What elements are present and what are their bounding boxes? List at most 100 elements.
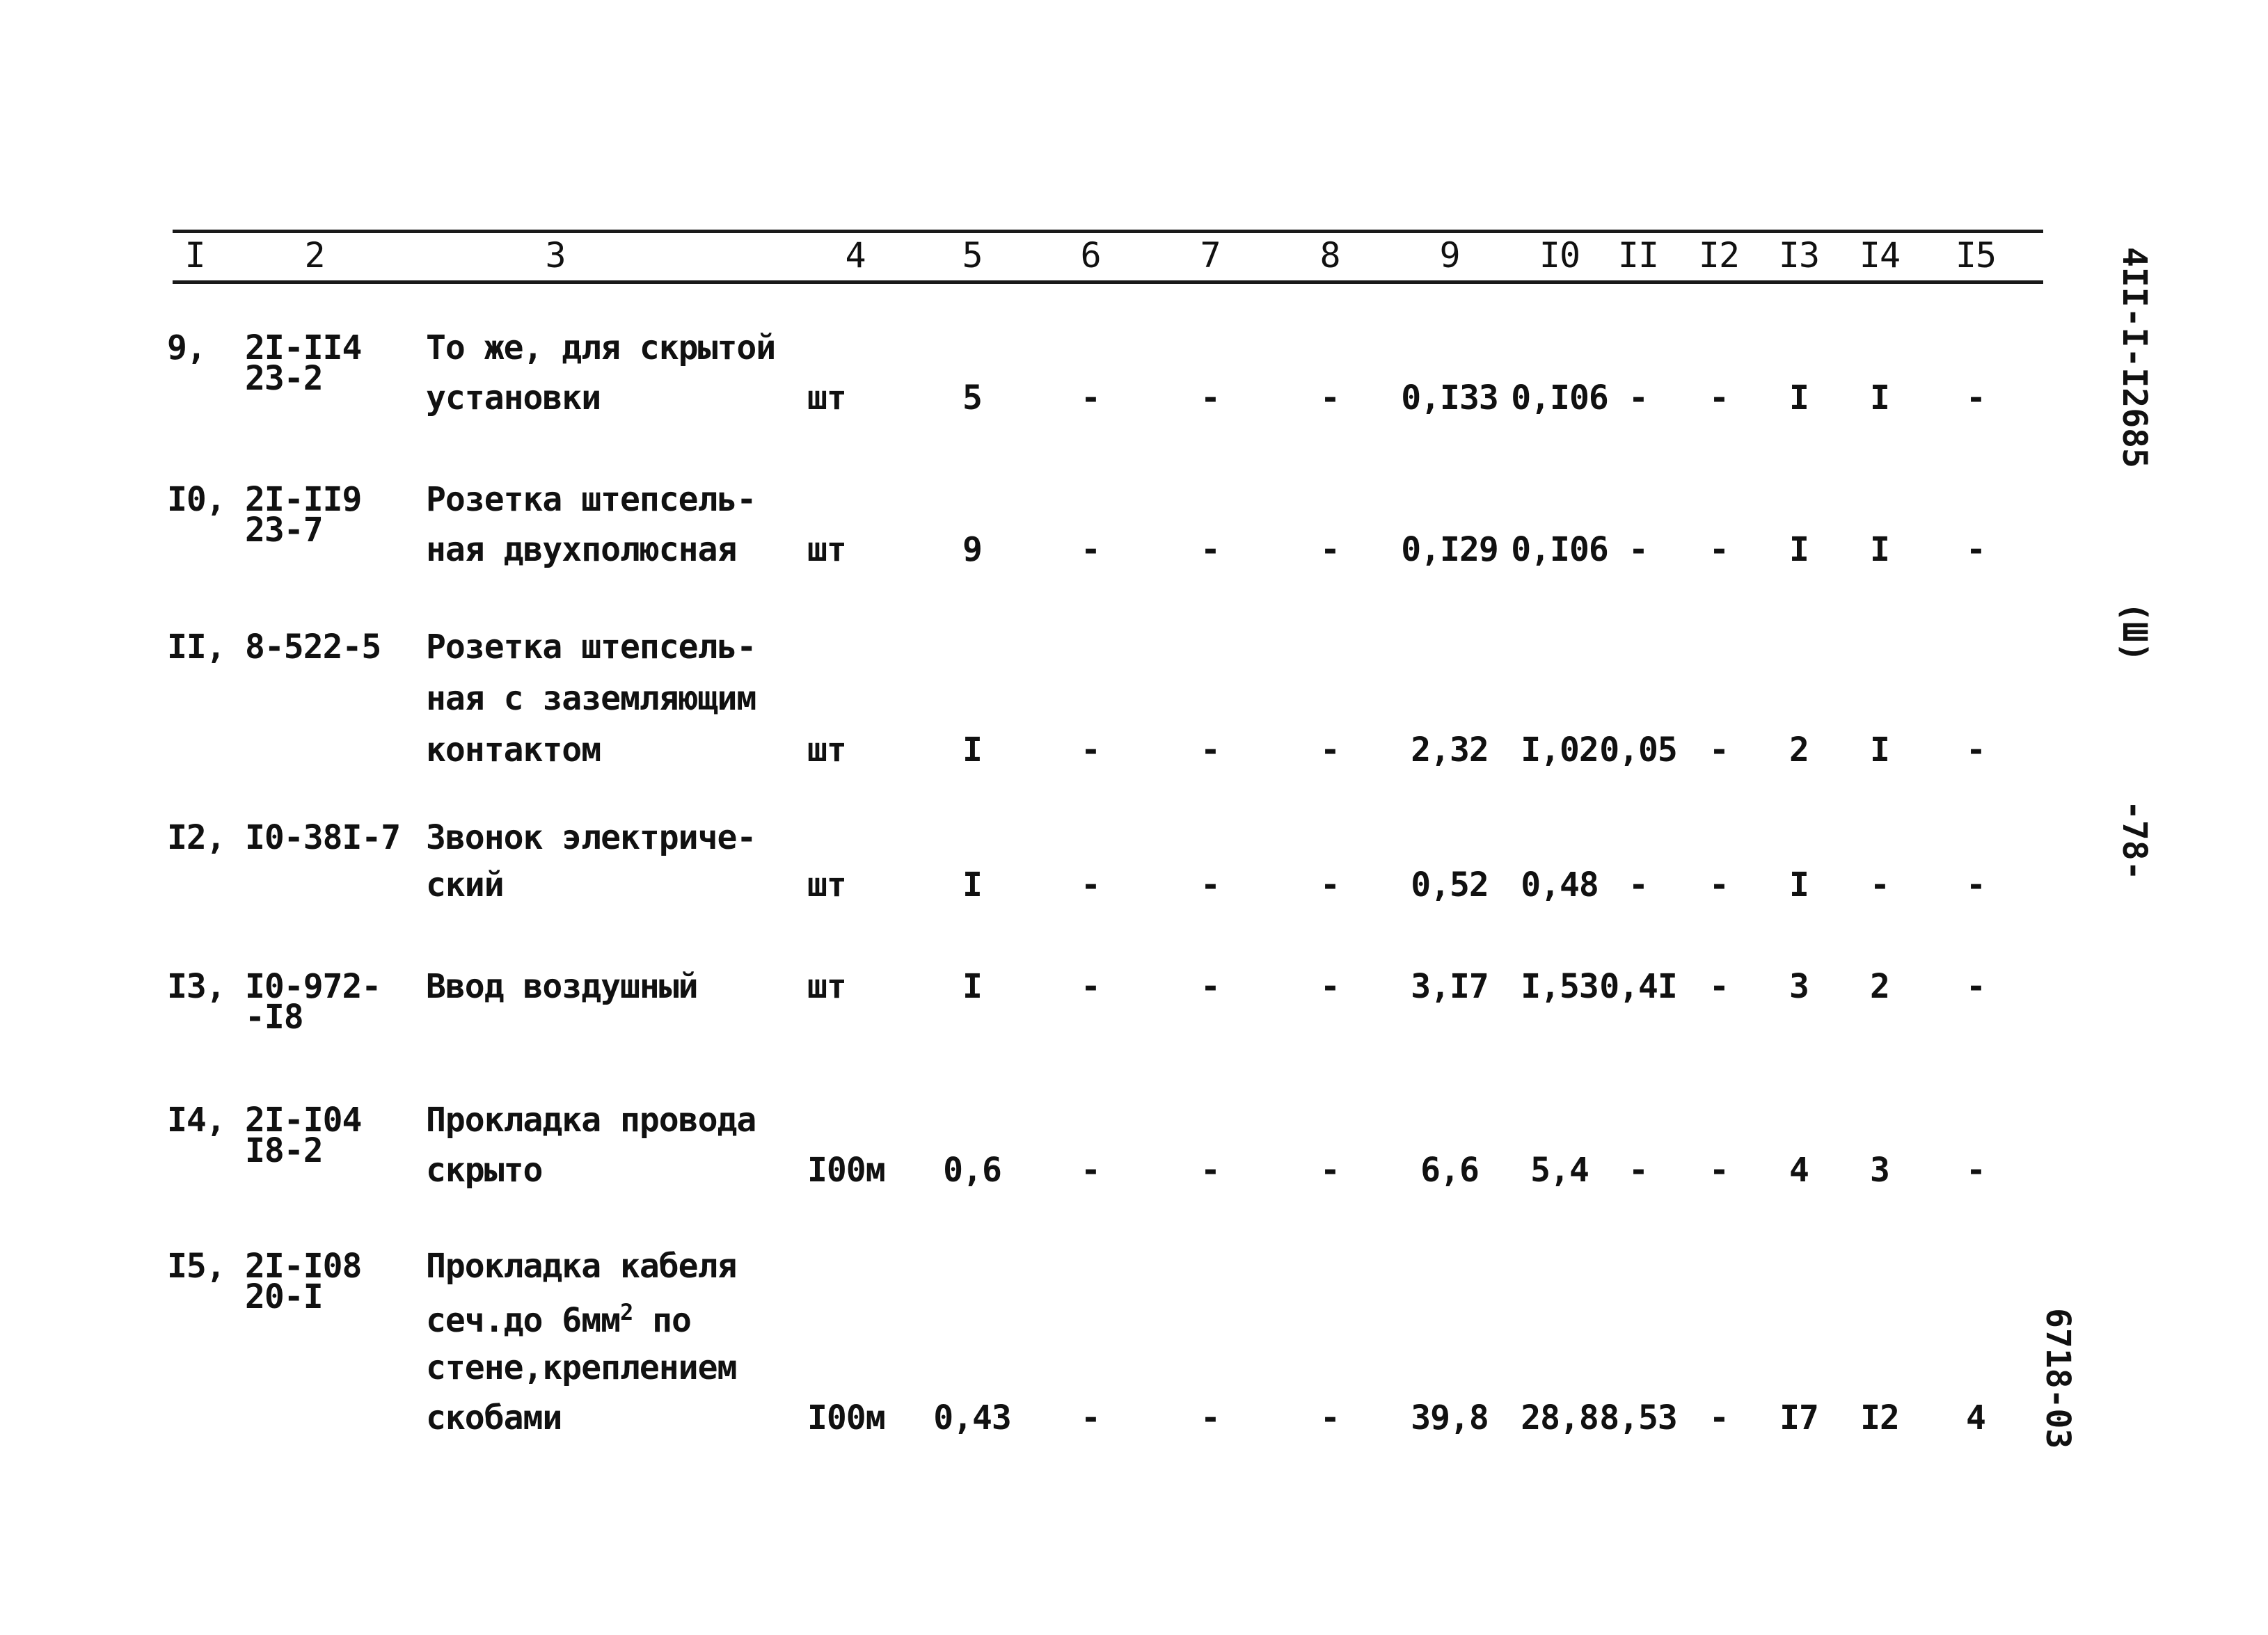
cell-c14: - <box>1870 866 1890 904</box>
cell-c8: - <box>1320 967 1340 1006</box>
description-line: установки <box>426 378 601 417</box>
cell-c12: - <box>1709 378 1729 417</box>
cell-c5: 0,43 <box>933 1398 1012 1437</box>
unit: шт <box>807 530 847 569</box>
norm-code: I8-2 <box>245 1131 324 1170</box>
column-number: 3 <box>545 235 566 276</box>
cell-c5: I <box>962 731 983 769</box>
cell-c14: I <box>1870 378 1890 417</box>
column-number: II <box>1617 235 1659 276</box>
column-number: I2 <box>1698 235 1740 276</box>
row-number: I5, <box>167 1247 226 1286</box>
cell-c14: 2 <box>1870 967 1890 1006</box>
cell-c9: 3,I7 <box>1411 967 1489 1006</box>
column-number: 7 <box>1200 235 1221 276</box>
description-line: ная с заземляющим <box>426 679 756 718</box>
cell-c5: I <box>962 967 983 1006</box>
description-line: То же, для скрытой <box>426 328 776 367</box>
document-page: I 2 3 4 5 6 7 8 9 I0 II I2 I3 I4 I5 9, 2I-II4 23-2 То же,… <box>0 0 2268 1635</box>
description-line: скрыто <box>426 1151 543 1190</box>
cell-c7: - <box>1200 1151 1221 1190</box>
cell-c7: - <box>1200 378 1221 417</box>
cell-c9: 39,8 <box>1411 1398 1489 1437</box>
cell-c11: 0,05 <box>1599 731 1678 769</box>
cell-c13: 2 <box>1789 731 1809 769</box>
cell-c5: I <box>962 866 983 904</box>
cell-c6: - <box>1081 530 1101 569</box>
column-number: I3 <box>1778 235 1820 276</box>
cell-c8: - <box>1320 378 1340 417</box>
cell-c13: I <box>1789 378 1809 417</box>
column-number: I0 <box>1539 235 1580 276</box>
cell-c15: - <box>1966 1151 1986 1190</box>
cell-c12: - <box>1709 1398 1729 1437</box>
unit: I00м <box>807 1151 886 1190</box>
cell-c6: - <box>1081 731 1101 769</box>
sheet-mark: (Ш) <box>2115 602 2154 662</box>
cell-c10: I,53 <box>1521 967 1599 1006</box>
description-line: Ввод воздушный <box>426 967 699 1006</box>
superscript: 2 <box>619 1299 633 1325</box>
cell-c5: 0,6 <box>943 1151 1002 1190</box>
cell-c5: 9 <box>962 530 983 569</box>
cell-c12: - <box>1709 967 1729 1006</box>
description-line: скобами <box>426 1398 562 1437</box>
cell-c14: I2 <box>1860 1398 1900 1437</box>
cell-c12: - <box>1709 530 1729 569</box>
cell-c13: I <box>1789 866 1809 904</box>
cell-c15: - <box>1966 731 1986 769</box>
cell-c15: - <box>1966 967 1986 1006</box>
norm-code: 23-2 <box>245 359 324 398</box>
cell-c10: 0,I06 <box>1511 378 1608 417</box>
description-line: контактом <box>426 731 601 769</box>
unit: I00м <box>807 1398 886 1437</box>
description-line: ский <box>426 866 505 904</box>
column-number: I4 <box>1859 235 1901 276</box>
column-number: 8 <box>1319 235 1340 276</box>
column-number: I <box>184 235 205 276</box>
cell-c15: - <box>1966 866 1986 904</box>
cell-c9: 6,6 <box>1420 1151 1480 1190</box>
description-line: Прокладка провода <box>426 1101 756 1140</box>
cell-c6: - <box>1081 967 1101 1006</box>
cell-c11: - <box>1628 378 1649 417</box>
cell-c8: - <box>1320 866 1340 904</box>
document-code: 4II-I-I2685 <box>2115 247 2154 468</box>
cell-c11: - <box>1628 530 1649 569</box>
inventory-number: 6718-03 <box>2038 1308 2077 1449</box>
column-number: 5 <box>962 235 983 276</box>
unit: шт <box>807 866 847 904</box>
description-line: сеч.до 6мм2 по <box>426 1299 692 1340</box>
cell-c10: 0,I06 <box>1511 530 1608 569</box>
cell-c9: 0,52 <box>1411 866 1489 904</box>
description-line: Розетка штепсель- <box>426 480 756 519</box>
norm-code: 8-522-5 <box>245 628 381 667</box>
row-number: I4, <box>167 1101 226 1140</box>
unit: шт <box>807 967 847 1006</box>
cell-c13: 4 <box>1789 1151 1809 1190</box>
column-number: I5 <box>1955 235 1997 276</box>
description-line: Прокладка кабеля <box>426 1247 737 1286</box>
cell-c6: - <box>1081 1151 1101 1190</box>
cell-c8: - <box>1320 1151 1340 1190</box>
column-number: 6 <box>1080 235 1101 276</box>
row-number: II, <box>167 628 226 667</box>
cell-c15: - <box>1966 378 1986 417</box>
column-number: 9 <box>1439 235 1460 276</box>
cell-c14: 3 <box>1870 1151 1890 1190</box>
cell-c6: - <box>1081 866 1101 904</box>
unit: шт <box>807 731 847 769</box>
cell-c11: 8,53 <box>1599 1398 1678 1437</box>
cell-c5: 5 <box>962 378 983 417</box>
cell-c12: - <box>1709 866 1729 904</box>
header-bottom-rule <box>173 280 2043 284</box>
page-number: -78- <box>2115 800 2154 881</box>
norm-code: I0-38I-7 <box>245 818 401 857</box>
cell-c6: - <box>1081 1398 1101 1437</box>
cell-c8: - <box>1320 530 1340 569</box>
cell-c13: I <box>1789 530 1809 569</box>
cell-c12: - <box>1709 731 1729 769</box>
cell-c13: I7 <box>1779 1398 1819 1437</box>
cell-c7: - <box>1200 1398 1221 1437</box>
norm-code: 23-7 <box>245 511 324 550</box>
